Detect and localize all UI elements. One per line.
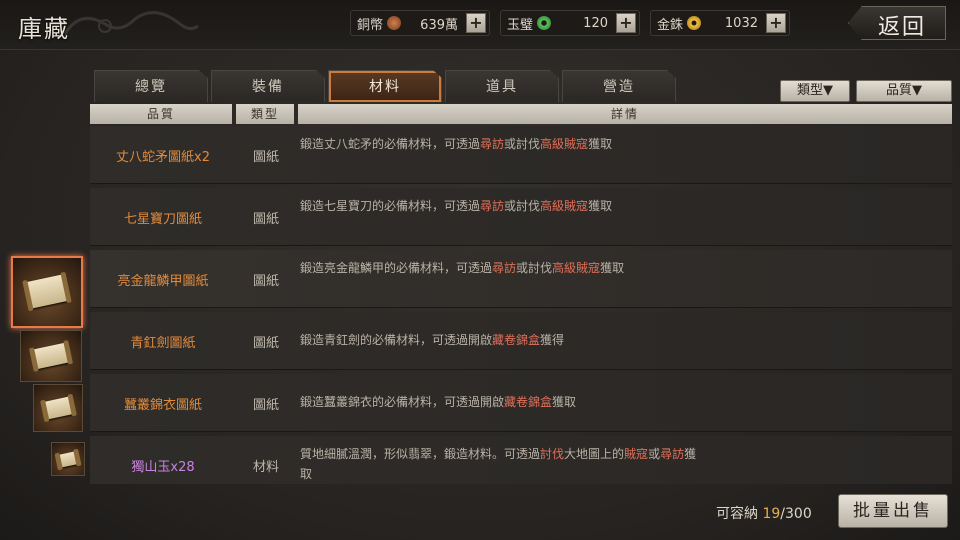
- resource-label: 金銖: [657, 17, 684, 33]
- detail-text: 獲取: [588, 199, 613, 213]
- item-detail: 質地細膩溫潤，形似翡翠，鍛造材料。可透過討伐大地圖上的賊寇或尋訪獲取: [300, 444, 700, 484]
- list-item[interactable]: 七星寶刀圖紙 圖紙 鍛造七星寶刀的必備材料，可透過尋訪或討伐高級賊寇獲取: [90, 188, 952, 246]
- detail-text: 獲取: [600, 261, 625, 275]
- resource-gold: 金銖 1032 +: [650, 10, 790, 36]
- add-jade-button[interactable]: +: [616, 13, 636, 33]
- detail-text: 獲取: [552, 395, 577, 409]
- scroll-icon: [25, 274, 69, 310]
- detail-highlight: 高級賊寇: [540, 137, 589, 151]
- item-type: 圖紙: [252, 335, 279, 351]
- detail-text: 獲取: [588, 137, 613, 151]
- item-detail: 鍛造丈八蛇矛的必備材料，可透過尋訪或討伐高級賊寇獲取: [300, 134, 700, 154]
- detail-text: 或: [648, 447, 661, 461]
- item-thumbnail[interactable]: [33, 384, 83, 432]
- item-type: 圖紙: [252, 211, 279, 227]
- tab-overview[interactable]: 總覽: [94, 70, 208, 102]
- item-name: 亮金龍鱗甲圖紙: [117, 273, 209, 289]
- detail-text: 大地圖上的: [564, 447, 625, 461]
- item-thumbnail[interactable]: [20, 330, 82, 382]
- tab-materials[interactable]: 材料: [328, 70, 442, 102]
- item-type: 圖紙: [252, 397, 279, 413]
- item-name: 青釭劍圖紙: [130, 335, 196, 351]
- detail-text: 或討伐: [516, 261, 553, 275]
- detail-highlight: 高級賊寇: [552, 261, 601, 275]
- item-detail: 鍛造青釭劍的必備材料，可透過開啟藏卷錦盒獲得: [300, 330, 700, 350]
- add-copper-button[interactable]: +: [466, 13, 486, 33]
- back-label: 返回: [878, 15, 927, 40]
- item-name: 七星寶刀圖紙: [123, 211, 202, 227]
- top-bar: 庫藏 銅幣 639萬 + 玉璧 120 + 金銖 1032 + 返回: [0, 0, 960, 50]
- list-item[interactable]: 亮金龍鱗甲圖紙 圖紙 鍛造亮金龍鱗甲的必備材料，可透過尋訪或討伐高級賊寇獲取: [90, 250, 952, 308]
- capacity-counter: 可容納 19/300: [716, 503, 812, 523]
- jade-disc-icon: [537, 16, 552, 30]
- detail-text: 鍛造丈八蛇矛的必備材料，可透過: [300, 137, 481, 151]
- scroll-icon: [42, 396, 74, 420]
- detail-text: 獲得: [540, 333, 565, 347]
- item-detail: 鍛造亮金龍鱗甲的必備材料，可透過尋訪或討伐高級賊寇獲取: [300, 258, 700, 278]
- list-item[interactable]: 丈八蛇矛圖紙x2 圖紙 鍛造丈八蛇矛的必備材料，可透過尋訪或討伐高級賊寇獲取: [90, 126, 952, 184]
- quality-filter-dropdown[interactable]: 品質▼: [856, 80, 952, 102]
- bulk-sell-button[interactable]: 批量出售: [838, 494, 948, 528]
- list-item[interactable]: 蠶叢錦衣圖紙 圖紙 鍛造蠶叢錦衣的必備材料，可透過開啟藏卷錦盒獲取: [90, 374, 952, 432]
- resource-jade: 玉璧 120 +: [500, 10, 640, 36]
- list-item[interactable]: 青釭劍圖紙 圖紙 鍛造青釭劍的必備材料，可透過開啟藏卷錦盒獲得: [90, 312, 952, 370]
- detail-highlight: 尋訪: [492, 261, 517, 275]
- detail-highlight: 討伐: [540, 447, 565, 461]
- detail-highlight: 賊寇: [624, 447, 649, 461]
- item-name: 獨山玉x28: [131, 459, 195, 475]
- detail-text: 或討伐: [504, 199, 541, 213]
- gold-coin-icon: [687, 16, 702, 30]
- scroll-icon: [32, 342, 70, 370]
- column-header-quality: 品質: [90, 104, 232, 124]
- resource-value: 639萬: [420, 17, 458, 33]
- item-detail: 鍛造蠶叢錦衣的必備材料，可透過開啟藏卷錦盒獲取: [300, 392, 700, 412]
- detail-text: 鍛造亮金龍鱗甲的必備材料，可透過: [300, 261, 493, 275]
- detail-highlight: 藏卷錦盒: [504, 395, 553, 409]
- tab-items[interactable]: 道具: [445, 70, 559, 102]
- resource-copper: 銅幣 639萬 +: [350, 10, 490, 36]
- capacity-total: /300: [780, 506, 812, 522]
- item-name: 蠶叢錦衣圖紙: [123, 397, 202, 413]
- detail-text: 鍛造蠶叢錦衣的必備材料，可透過開啟: [300, 395, 505, 409]
- back-button[interactable]: 返回: [848, 6, 946, 40]
- detail-highlight: 藏卷錦盒: [492, 333, 541, 347]
- item-list: 丈八蛇矛圖紙x2 圖紙 鍛造丈八蛇矛的必備材料，可透過尋訪或討伐高級賊寇獲取 七…: [90, 126, 952, 484]
- item-thumbnail[interactable]: [51, 442, 85, 476]
- detail-highlight: 尋訪: [660, 447, 685, 461]
- item-type: 圖紙: [252, 273, 279, 289]
- detail-text: 鍛造七星寶刀的必備材料，可透過: [300, 199, 481, 213]
- detail-text: 質地細膩溫潤，形似翡翠，鍛造材料。可透過: [300, 447, 541, 461]
- capacity-count: 19: [762, 506, 781, 522]
- capacity-label: 可容納: [716, 506, 758, 522]
- resource-label: 銅幣: [357, 17, 384, 33]
- resource-value: 1032: [724, 15, 758, 31]
- scroll-icon: [57, 450, 79, 468]
- item-detail: 鍛造七星寶刀的必備材料，可透過尋訪或討伐高級賊寇獲取: [300, 196, 700, 216]
- item-name: 丈八蛇矛圖紙x2: [116, 149, 210, 165]
- cloud-ornament-icon: [63, 11, 199, 35]
- page-title: 庫藏: [18, 15, 70, 43]
- column-header-detail: 詳情: [298, 104, 952, 124]
- item-type: 圖紙: [252, 149, 279, 165]
- detail-text: 或討伐: [504, 137, 541, 151]
- detail-highlight: 尋訪: [480, 137, 505, 151]
- tab-equipment[interactable]: 裝備: [211, 70, 325, 102]
- column-header-type: 類型: [236, 104, 294, 124]
- type-filter-dropdown[interactable]: 類型▼: [780, 80, 850, 102]
- copper-coin-icon: [387, 16, 402, 30]
- tab-construction[interactable]: 營造: [562, 70, 676, 102]
- item-thumbnail-selected[interactable]: [11, 256, 83, 328]
- item-type: 材料: [252, 459, 279, 475]
- add-gold-button[interactable]: +: [766, 13, 786, 33]
- detail-highlight: 高級賊寇: [540, 199, 589, 213]
- list-item[interactable]: 獨山玉x28 材料 質地細膩溫潤，形似翡翠，鍛造材料。可透過討伐大地圖上的賊寇或…: [90, 436, 952, 484]
- detail-highlight: 尋訪: [480, 199, 505, 213]
- resource-label: 玉璧: [507, 17, 534, 33]
- detail-text: 鍛造青釭劍的必備材料，可透過開啟: [300, 333, 493, 347]
- resource-value: 120: [583, 15, 608, 31]
